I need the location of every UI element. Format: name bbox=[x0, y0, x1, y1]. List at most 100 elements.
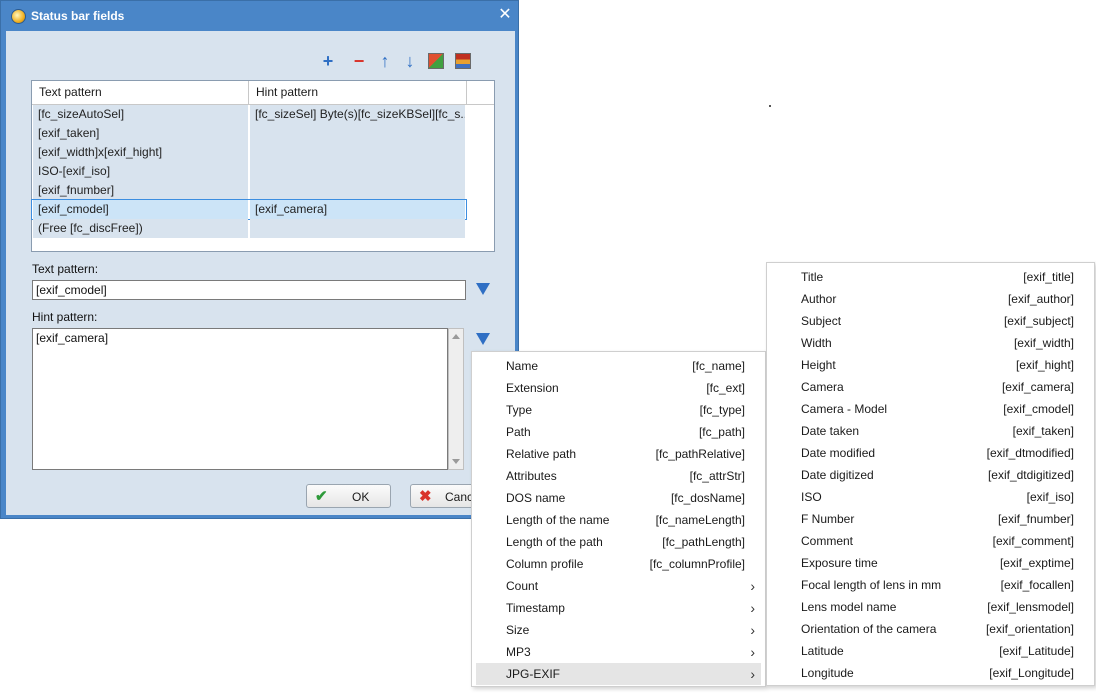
move-down-icon[interactable]: ↓ bbox=[400, 51, 420, 71]
close-icon[interactable]: ✕ bbox=[495, 5, 515, 25]
menu-item[interactable]: Orientation of the camera [exif_orientati… bbox=[771, 618, 1090, 640]
table-row[interactable]: [fc_sizeAutoSel] [fc_sizeSel] Byte(s)[fc_… bbox=[32, 105, 466, 124]
hint-pattern-textarea[interactable]: [exif_camera] bbox=[32, 328, 448, 470]
cell-text-pattern[interactable]: [exif_fnumber] bbox=[33, 181, 248, 200]
cell-text-pattern[interactable]: [exif_width]x[exif_hight] bbox=[33, 143, 248, 162]
cell-hint-pattern[interactable] bbox=[250, 124, 465, 143]
table-row[interactable]: (Free [fc_discFree]) bbox=[32, 219, 466, 238]
menu-item[interactable]: Height [exif_hight] bbox=[771, 354, 1090, 376]
cell-hint-pattern[interactable]: [fc_sizeSel] Byte(s)[fc_sizeKBSel][fc_s.… bbox=[250, 105, 465, 124]
table-row[interactable]: [exif_width]x[exif_hight] bbox=[32, 143, 466, 162]
hint-pattern-dropdown-icon[interactable] bbox=[476, 333, 490, 345]
menu-item-label: Length of the path bbox=[506, 535, 603, 549]
ok-button[interactable]: ✔ OK bbox=[306, 484, 391, 508]
cell-text-pattern[interactable]: ISO-[exif_iso] bbox=[33, 162, 248, 181]
scroll-up-icon[interactable] bbox=[452, 334, 460, 339]
menu-item-value: [fc_pathRelative] bbox=[655, 447, 745, 461]
menu-item[interactable]: ISO [exif_iso] bbox=[771, 486, 1090, 508]
menu-item-label: Extension bbox=[506, 381, 559, 395]
cell-text-pattern[interactable]: (Free [fc_discFree]) bbox=[33, 219, 248, 238]
hint-pattern-scrollbar[interactable] bbox=[448, 328, 464, 470]
cell-hint-pattern[interactable] bbox=[250, 219, 465, 238]
menu-item-label: Date modified bbox=[801, 446, 876, 460]
menu-item-value: [exif_Longitude] bbox=[989, 666, 1074, 680]
menu-item[interactable]: Exposure time [exif_exptime] bbox=[771, 552, 1090, 574]
menu-item-value: [fc_attrStr] bbox=[689, 469, 745, 483]
cell-text-pattern[interactable]: [exif_cmodel] bbox=[33, 200, 248, 219]
menu-item[interactable]: Date modified [exif_dtmodified] bbox=[771, 442, 1090, 464]
menu-item[interactable]: Author [exif_author] bbox=[771, 288, 1090, 310]
table-row[interactable]: [exif_taken] bbox=[32, 124, 466, 143]
menu-item[interactable]: Lens model name [exif_lensmodel] bbox=[771, 596, 1090, 618]
text-pattern-label: Text pattern: bbox=[32, 262, 99, 276]
table-row[interactable]: [exif_fnumber] bbox=[32, 181, 466, 200]
fields-grid[interactable]: Text pattern Hint pattern [fc_sizeAutoSe… bbox=[31, 80, 495, 252]
menu-item[interactable]: MP3 › bbox=[476, 641, 761, 663]
menu-item[interactable]: Focal length of lens in mm [exif_focallen… bbox=[771, 574, 1090, 596]
menu-item[interactable]: Column profile [fc_columnProfile] bbox=[476, 553, 761, 575]
menu-item[interactable]: Camera [exif_camera] bbox=[771, 376, 1090, 398]
menu-item-value: [exif_title] bbox=[1023, 270, 1074, 284]
scroll-down-icon[interactable] bbox=[452, 459, 460, 464]
menu-item[interactable]: Name [fc_name] bbox=[476, 355, 761, 377]
menu-item[interactable]: Latitude [exif_Latitude] bbox=[771, 640, 1090, 662]
menu-item[interactable]: JPG-EXIF › bbox=[476, 663, 761, 685]
menu-item[interactable]: Date taken [exif_taken] bbox=[771, 420, 1090, 442]
menu-item[interactable]: Length of the path [fc_pathLength] bbox=[476, 531, 761, 553]
chevron-right-icon: › bbox=[750, 600, 755, 616]
menu-item-label: Attributes bbox=[506, 469, 557, 483]
menu-item[interactable]: Title [exif_title] bbox=[771, 266, 1090, 288]
cell-hint-pattern[interactable] bbox=[250, 143, 465, 162]
menu-item-value: [exif_comment] bbox=[992, 534, 1074, 548]
menu-item-value: [exif_focallen] bbox=[1000, 578, 1074, 592]
menu-item[interactable]: Size › bbox=[476, 619, 761, 641]
menu-item-label: Relative path bbox=[506, 447, 577, 461]
cell-hint-pattern[interactable]: [exif_camera] bbox=[250, 200, 465, 219]
menu-item[interactable]: Relative path [fc_pathRelative] bbox=[476, 443, 761, 465]
menu-item-label: Comment bbox=[801, 534, 854, 548]
menu-item-value: [exif_dtmodified] bbox=[986, 446, 1074, 460]
grid-header: Text pattern Hint pattern bbox=[32, 81, 494, 105]
export-icon[interactable] bbox=[455, 53, 471, 69]
menu-item[interactable]: Count › bbox=[476, 575, 761, 597]
text-pattern-input[interactable]: [exif_cmodel] bbox=[32, 280, 466, 300]
table-row[interactable]: [exif_cmodel] [exif_camera] bbox=[31, 199, 467, 220]
add-icon[interactable]: + bbox=[318, 51, 338, 71]
cell-text-pattern[interactable]: [fc_sizeAutoSel] bbox=[33, 105, 248, 124]
menu-item[interactable]: Subject [exif_subject] bbox=[771, 310, 1090, 332]
menu-item-value: [exif_camera] bbox=[1001, 380, 1074, 394]
cell-hint-pattern[interactable] bbox=[250, 181, 465, 200]
cell-hint-pattern[interactable] bbox=[250, 162, 465, 181]
cross-icon: ✖ bbox=[419, 488, 432, 505]
menu-item-label: Author bbox=[801, 292, 837, 306]
menu-item[interactable]: Type [fc_type] bbox=[476, 399, 761, 421]
menu-item[interactable]: Length of the name [fc_nameLength] bbox=[476, 509, 761, 531]
menu-item[interactable]: Date digitized [exif_dtdigitized] bbox=[771, 464, 1090, 486]
menu-item[interactable]: DOS name [fc_dosName] bbox=[476, 487, 761, 509]
import-icon[interactable] bbox=[428, 53, 444, 69]
menu-item[interactable]: Timestamp › bbox=[476, 597, 761, 619]
menu-item-value: [fc_name] bbox=[692, 359, 745, 373]
menu-item[interactable]: Attributes [fc_attrStr] bbox=[476, 465, 761, 487]
column-header-text-pattern[interactable]: Text pattern bbox=[32, 81, 249, 104]
chevron-right-icon: › bbox=[750, 644, 755, 660]
menu-item-label: Focal length of lens in mm bbox=[801, 578, 942, 592]
menu-item[interactable]: Comment [exif_comment] bbox=[771, 530, 1090, 552]
menu-item-label: Exposure time bbox=[801, 556, 878, 570]
cell-text-pattern[interactable]: [exif_taken] bbox=[33, 124, 248, 143]
menu-item[interactable]: Camera - Model [exif_cmodel] bbox=[771, 398, 1090, 420]
menu-item[interactable]: Extension [fc_ext] bbox=[476, 377, 761, 399]
menu-item[interactable]: Longitude [exif_Longitude] bbox=[771, 662, 1090, 684]
remove-icon[interactable]: − bbox=[349, 51, 369, 71]
column-header-hint-pattern[interactable]: Hint pattern bbox=[249, 81, 467, 104]
text-pattern-dropdown-icon[interactable] bbox=[476, 283, 490, 295]
menu-item[interactable]: F Number [exif_fnumber] bbox=[771, 508, 1090, 530]
cancel-button[interactable]: ✖ Canc bbox=[410, 484, 480, 508]
table-row[interactable]: ISO-[exif_iso] bbox=[32, 162, 466, 181]
menu-item[interactable]: Path [fc_path] bbox=[476, 421, 761, 443]
menu-item-label: Date taken bbox=[801, 424, 860, 438]
menu-item[interactable]: Width [exif_width] bbox=[771, 332, 1090, 354]
move-up-icon[interactable]: ↑ bbox=[375, 51, 395, 71]
menu-item-value: [exif_hight] bbox=[1015, 358, 1074, 372]
title-bar[interactable]: Status bar fields ✕ bbox=[1, 1, 518, 31]
